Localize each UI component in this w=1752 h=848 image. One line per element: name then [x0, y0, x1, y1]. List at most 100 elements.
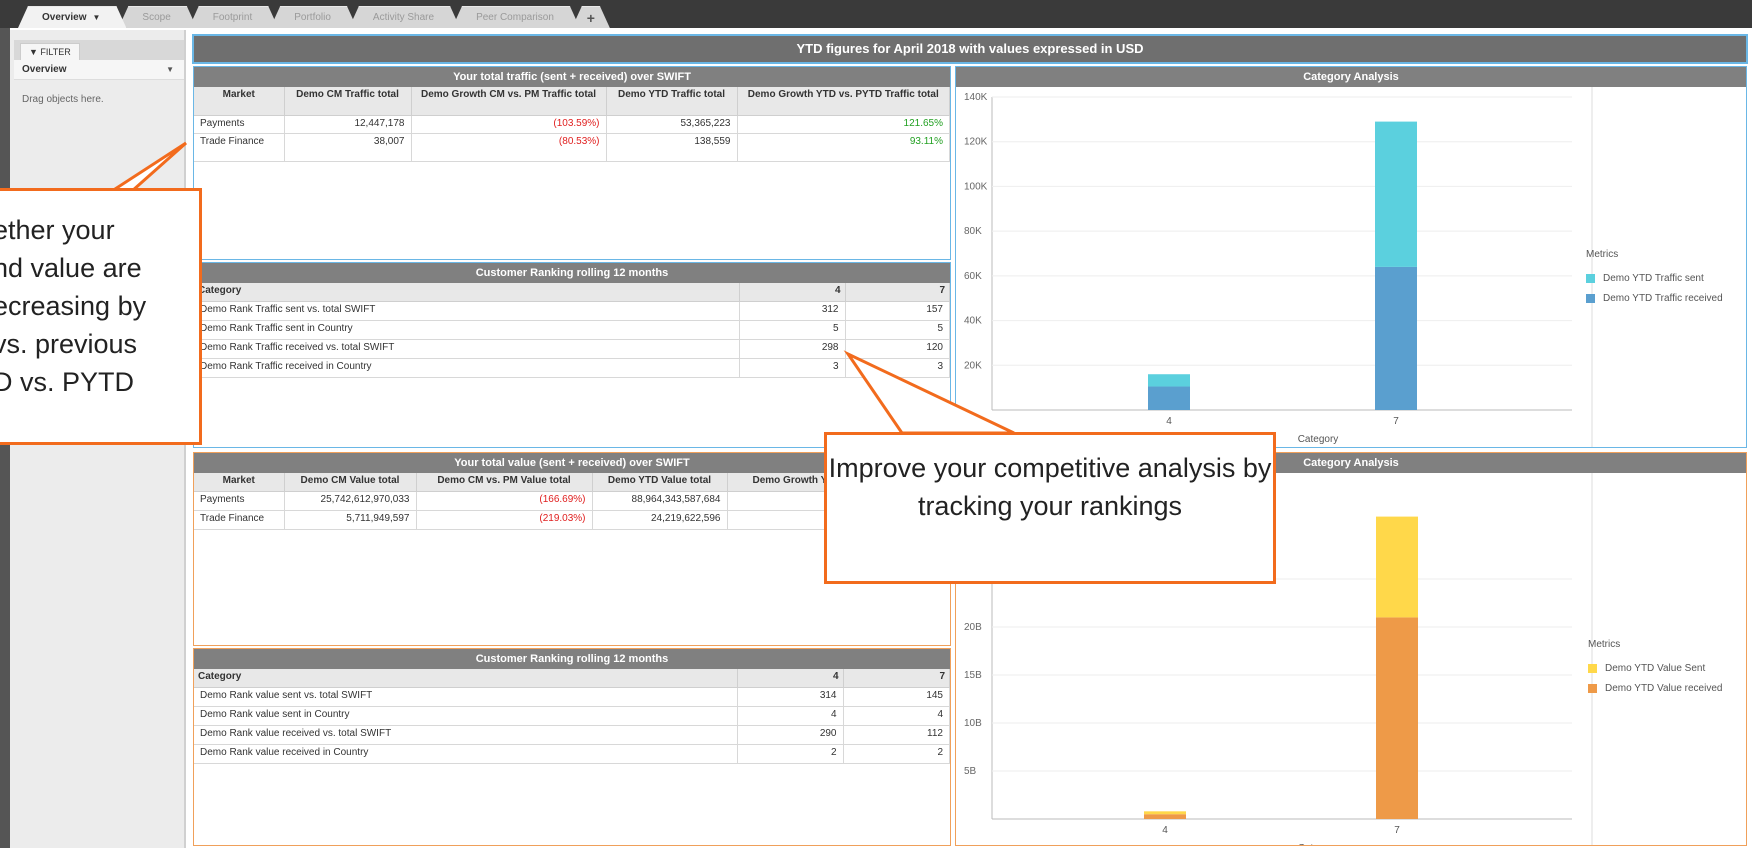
rank-cell: 157	[845, 301, 950, 321]
y-tick-label: 20K	[964, 360, 982, 371]
traffic-chart-legend: Metrics Demo YTD Traffic sent Demo YTD T…	[1586, 249, 1723, 308]
table-row[interactable]: Demo Rank Traffic received in Country 3 3	[194, 358, 950, 378]
x-tick-label: 7	[1394, 825, 1400, 836]
bar-sent-7	[1375, 121, 1417, 267]
legend-swatch	[1588, 663, 1597, 673]
bar-received-4	[1148, 386, 1190, 410]
value-ranking-header: Customer Ranking rolling 12 months	[194, 649, 950, 669]
legend-item[interactable]: Demo YTD Traffic received	[1586, 288, 1723, 308]
legend-title: Metrics	[1588, 639, 1621, 650]
column-header[interactable]: 4	[737, 669, 844, 688]
table-row[interactable]: Demo Rank value received vs. total SWIFT…	[194, 725, 950, 745]
column-header[interactable]: Demo CM vs. PM Value total	[416, 473, 593, 492]
traffic-table-panel: Your total traffic (sent + received) ove…	[193, 66, 951, 260]
cm-traffic-cell: 12,447,178	[284, 115, 412, 134]
rank-cell: 3	[845, 358, 950, 378]
category-cell: Demo Rank value sent in Country	[194, 706, 738, 726]
callout-line: ether your	[0, 215, 115, 245]
legend-item[interactable]: Demo YTD Value Sent	[1588, 658, 1722, 678]
ytd-value-cell: 88,964,343,587,684	[592, 491, 728, 511]
chevron-down-icon[interactable]: ▼	[92, 7, 100, 29]
y-tick-label: 80K	[964, 226, 982, 237]
tab-scope[interactable]: Scope	[118, 6, 196, 28]
cm-traffic-cell: 38,007	[284, 133, 412, 162]
rank-cell: 2	[843, 744, 950, 764]
category-cell: Demo Rank Traffic sent in Country	[194, 320, 740, 340]
category-cell: Demo Rank Traffic sent vs. total SWIFT	[194, 301, 740, 321]
x-axis-title: Category	[1298, 843, 1339, 845]
column-header[interactable]: Demo YTD Value total	[592, 473, 728, 492]
growth-ytd-cell: 93.11%	[737, 133, 950, 162]
value-chart-legend: Metrics Demo YTD Value Sent Demo YTD Val…	[1588, 639, 1722, 698]
callout-line: D vs. PYTD	[0, 367, 135, 397]
table-row[interactable]: Demo Rank value sent vs. total SWIFT 314 1…	[194, 687, 950, 707]
column-header[interactable]: Demo Growth CM vs. PM Traffic total	[411, 87, 607, 116]
legend-label: Demo YTD Traffic received	[1603, 292, 1723, 304]
legend-item[interactable]: Demo YTD Value received	[1588, 678, 1722, 698]
legend-item[interactable]: Demo YTD Traffic sent	[1586, 268, 1723, 288]
bar-sent-7	[1376, 516, 1418, 618]
column-header[interactable]: 7	[845, 283, 950, 302]
rank-cell: 290	[737, 725, 844, 745]
column-header[interactable]: Demo CM Traffic total	[284, 87, 412, 116]
tab-portfolio[interactable]: Portfolio	[270, 6, 357, 28]
callout-ranking-note: Improve your competitive analysis by tra…	[824, 432, 1276, 584]
table-row[interactable]: Demo Rank Traffic sent in Country 5 5	[194, 320, 950, 340]
column-header[interactable]: Market	[194, 87, 285, 116]
tab-footprint[interactable]: Footprint	[189, 6, 278, 28]
y-tick-label: 120K	[964, 137, 988, 148]
column-header[interactable]: Demo Growth YTD vs. PYTD Traffic total	[737, 87, 950, 116]
chevron-down-icon[interactable]: ▼	[166, 60, 174, 80]
table-row[interactable]: Demo Rank Traffic sent vs. total SWIFT 31…	[194, 301, 950, 321]
table-row[interactable]: Trade Finance 38,007 (80.53%) 138,559 93…	[194, 133, 950, 162]
filter-drop-hint: Drag objects here.	[22, 94, 104, 105]
y-tick-label: 20B	[964, 622, 982, 633]
y-tick-label: 140K	[964, 92, 988, 103]
tab-overview[interactable]: Overview ▼	[18, 6, 126, 28]
legend-swatch	[1588, 683, 1597, 693]
ytd-traffic-cell: 53,365,223	[606, 115, 738, 134]
column-header[interactable]: Category	[194, 669, 738, 688]
bar-received-4	[1144, 814, 1186, 819]
filter-scope-select[interactable]: Overview ▼	[14, 60, 184, 80]
x-tick-label: 4	[1162, 825, 1168, 836]
y-tick-label: 10B	[964, 718, 982, 729]
bar-sent-4	[1144, 811, 1186, 815]
legend-label: Demo YTD Traffic sent	[1603, 272, 1704, 284]
table-row[interactable]: Payments 12,447,178 (103.59%) 53,365,223…	[194, 115, 950, 134]
growth-cm-cell: (166.69%)	[416, 491, 593, 511]
rank-cell: 4	[737, 706, 844, 726]
traffic-table: Market Demo CM Traffic total Demo Growth…	[194, 87, 950, 162]
column-header[interactable]: Demo CM Value total	[284, 473, 417, 492]
y-tick-label: 100K	[964, 181, 988, 192]
table-row[interactable]: Demo Rank value sent in Country 4 4	[194, 706, 950, 726]
filter-tab[interactable]: ▼ FILTER	[20, 43, 80, 60]
table-row[interactable]: Demo Rank Traffic received vs. total SWI…	[194, 339, 950, 359]
column-header[interactable]: Market	[194, 473, 285, 492]
cm-value-cell: 5,711,949,597	[284, 510, 417, 530]
growth-cm-cell: (103.59%)	[411, 115, 607, 134]
rank-cell: 2	[737, 744, 844, 764]
y-tick-label: 15B	[964, 670, 982, 681]
column-header[interactable]: 7	[843, 669, 950, 688]
rank-cell: 312	[739, 301, 846, 321]
add-tab-button[interactable]: +	[572, 6, 610, 28]
x-axis-title: Category	[1298, 434, 1339, 445]
growth-cm-cell: (219.03%)	[416, 510, 593, 530]
traffic-ranking-panel: Customer Ranking rolling 12 months Categ…	[193, 262, 951, 448]
category-cell: Demo Rank value received vs. total SWIFT	[194, 725, 738, 745]
tab-activity-share[interactable]: Activity Share	[349, 6, 460, 28]
column-header[interactable]: Demo YTD Traffic total	[606, 87, 738, 116]
table-row[interactable]: Demo Rank value received in Country 2 2	[194, 744, 950, 764]
bar-received-7	[1376, 617, 1418, 819]
growth-ytd-cell: 121.65%	[737, 115, 950, 134]
sheet-tab-bar: Overview ▼ Scope Footprint Portfolio Acti…	[0, 0, 1752, 28]
tab-peer-comparison[interactable]: Peer Comparison	[452, 6, 580, 28]
rank-cell: 3	[739, 358, 846, 378]
column-header[interactable]: 4	[739, 283, 846, 302]
column-header[interactable]: Category	[194, 283, 740, 302]
filter-tab-label: FILTER	[40, 47, 71, 57]
bar-received-7	[1375, 266, 1417, 410]
market-cell: Payments	[194, 115, 285, 134]
y-tick-label: 40K	[964, 316, 982, 327]
